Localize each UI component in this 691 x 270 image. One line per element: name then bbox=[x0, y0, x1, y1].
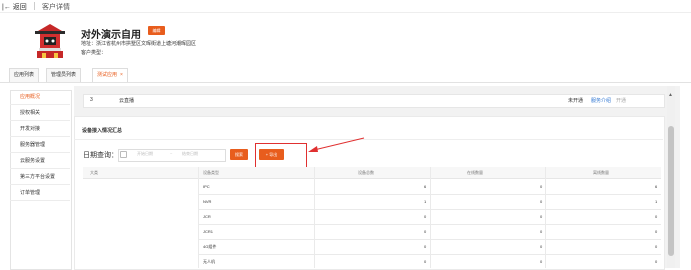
device-total: 1 bbox=[424, 199, 427, 204]
sidebar-item-cloud[interactable]: 云服务设置 bbox=[10, 154, 70, 169]
scroll-up-icon[interactable]: ▲ bbox=[668, 92, 673, 98]
device-offline: 0 bbox=[655, 214, 658, 219]
customer-logo-icon bbox=[35, 24, 65, 58]
service-intro-link[interactable]: 服务介绍 bbox=[591, 97, 611, 104]
customer-address: 地址：浙江省杭州市拱墅区文晖街道上塘河潮晖园区 bbox=[81, 41, 197, 47]
tab-label: 管理员列表 bbox=[51, 72, 77, 78]
device-online: 0 bbox=[540, 214, 543, 219]
annotation-arrow-icon bbox=[308, 137, 365, 152]
column-header: 在线数量 bbox=[467, 170, 483, 175]
back-link[interactable]: |← 返回 bbox=[2, 2, 27, 12]
page-title: 客户详情 bbox=[42, 4, 70, 11]
device-total: 0 bbox=[424, 259, 427, 264]
table-row bbox=[198, 195, 661, 210]
date-query-label: 日期查询： bbox=[83, 152, 118, 159]
tab-app-list[interactable]: 应用列表 bbox=[9, 68, 40, 82]
device-type: IPC bbox=[203, 184, 210, 189]
device-online: 0 bbox=[540, 229, 543, 234]
close-icon[interactable]: × bbox=[120, 72, 123, 78]
date-separator: ~ bbox=[170, 151, 173, 156]
search-button[interactable]: 搜索 bbox=[230, 149, 248, 160]
column-header: 设备总数 bbox=[358, 170, 374, 175]
tab-label: 应用列表 bbox=[14, 72, 35, 78]
device-total: 6 bbox=[424, 184, 427, 189]
divider bbox=[34, 2, 35, 10]
sidebar-item-orders[interactable]: 订单管理 bbox=[10, 186, 70, 201]
customer-type: 客户类型： bbox=[81, 50, 107, 56]
sidebar-item-third-party[interactable]: 第三方平台设置 bbox=[10, 170, 70, 185]
table-row bbox=[198, 180, 661, 195]
device-offline: 0 bbox=[655, 259, 658, 264]
divider bbox=[74, 139, 663, 140]
device-total: 0 bbox=[424, 229, 427, 234]
device-total: 0 bbox=[424, 244, 427, 249]
device-type: 4G组件 bbox=[203, 244, 217, 249]
sidebar-item-auth[interactable]: 授权相关 bbox=[10, 106, 70, 121]
sidebar-item-overview[interactable]: 应用概况 bbox=[10, 90, 70, 105]
device-offline: 6 bbox=[655, 184, 658, 189]
service-index: 3 bbox=[90, 97, 93, 103]
device-type: JCR1 bbox=[203, 229, 214, 234]
device-offline: 1 bbox=[655, 199, 658, 204]
device-type: NVR bbox=[203, 199, 212, 204]
table-row bbox=[198, 240, 661, 255]
device-total: 0 bbox=[424, 214, 427, 219]
card-title: 设备接入情况汇总 bbox=[82, 128, 123, 134]
table-row bbox=[198, 225, 661, 240]
device-online: 0 bbox=[540, 199, 543, 204]
device-type: 无人机 bbox=[203, 259, 215, 264]
scrollbar-thumb[interactable] bbox=[668, 126, 674, 256]
calendar-icon bbox=[120, 151, 127, 158]
device-online: 0 bbox=[540, 244, 543, 249]
tab-label: 测试应用 bbox=[97, 72, 118, 78]
start-date-placeholder: 开始日期 bbox=[137, 151, 153, 156]
tab-admin-list[interactable]: 管理员列表 bbox=[46, 68, 82, 82]
customer-name: 对外演示自用 bbox=[81, 30, 141, 41]
top-bar bbox=[0, 0, 691, 13]
sidebar-item-dev[interactable]: 开发对接 bbox=[10, 122, 70, 137]
column-header: 离线数量 bbox=[593, 170, 609, 175]
edit-button[interactable]: 编辑 bbox=[148, 26, 165, 35]
service-name: 云直播 bbox=[119, 98, 135, 104]
device-online: 0 bbox=[540, 259, 543, 264]
column-header: 大类 bbox=[90, 170, 98, 175]
service-status: 未开通 bbox=[568, 98, 584, 104]
device-type: JCR bbox=[203, 214, 211, 219]
device-online: 0 bbox=[540, 184, 543, 189]
device-offline: 0 bbox=[655, 229, 658, 234]
column-header: 设备类型 bbox=[203, 170, 219, 175]
table-row bbox=[198, 210, 661, 225]
service-open-link[interactable]: 开通 bbox=[616, 97, 626, 104]
device-offline: 0 bbox=[655, 244, 658, 249]
sidebar-item-servers[interactable]: 服务器管理 bbox=[10, 138, 70, 153]
tab-test-app[interactable]: 测试应用 × bbox=[92, 68, 128, 82]
end-date-placeholder: 结束日期 bbox=[182, 151, 198, 156]
